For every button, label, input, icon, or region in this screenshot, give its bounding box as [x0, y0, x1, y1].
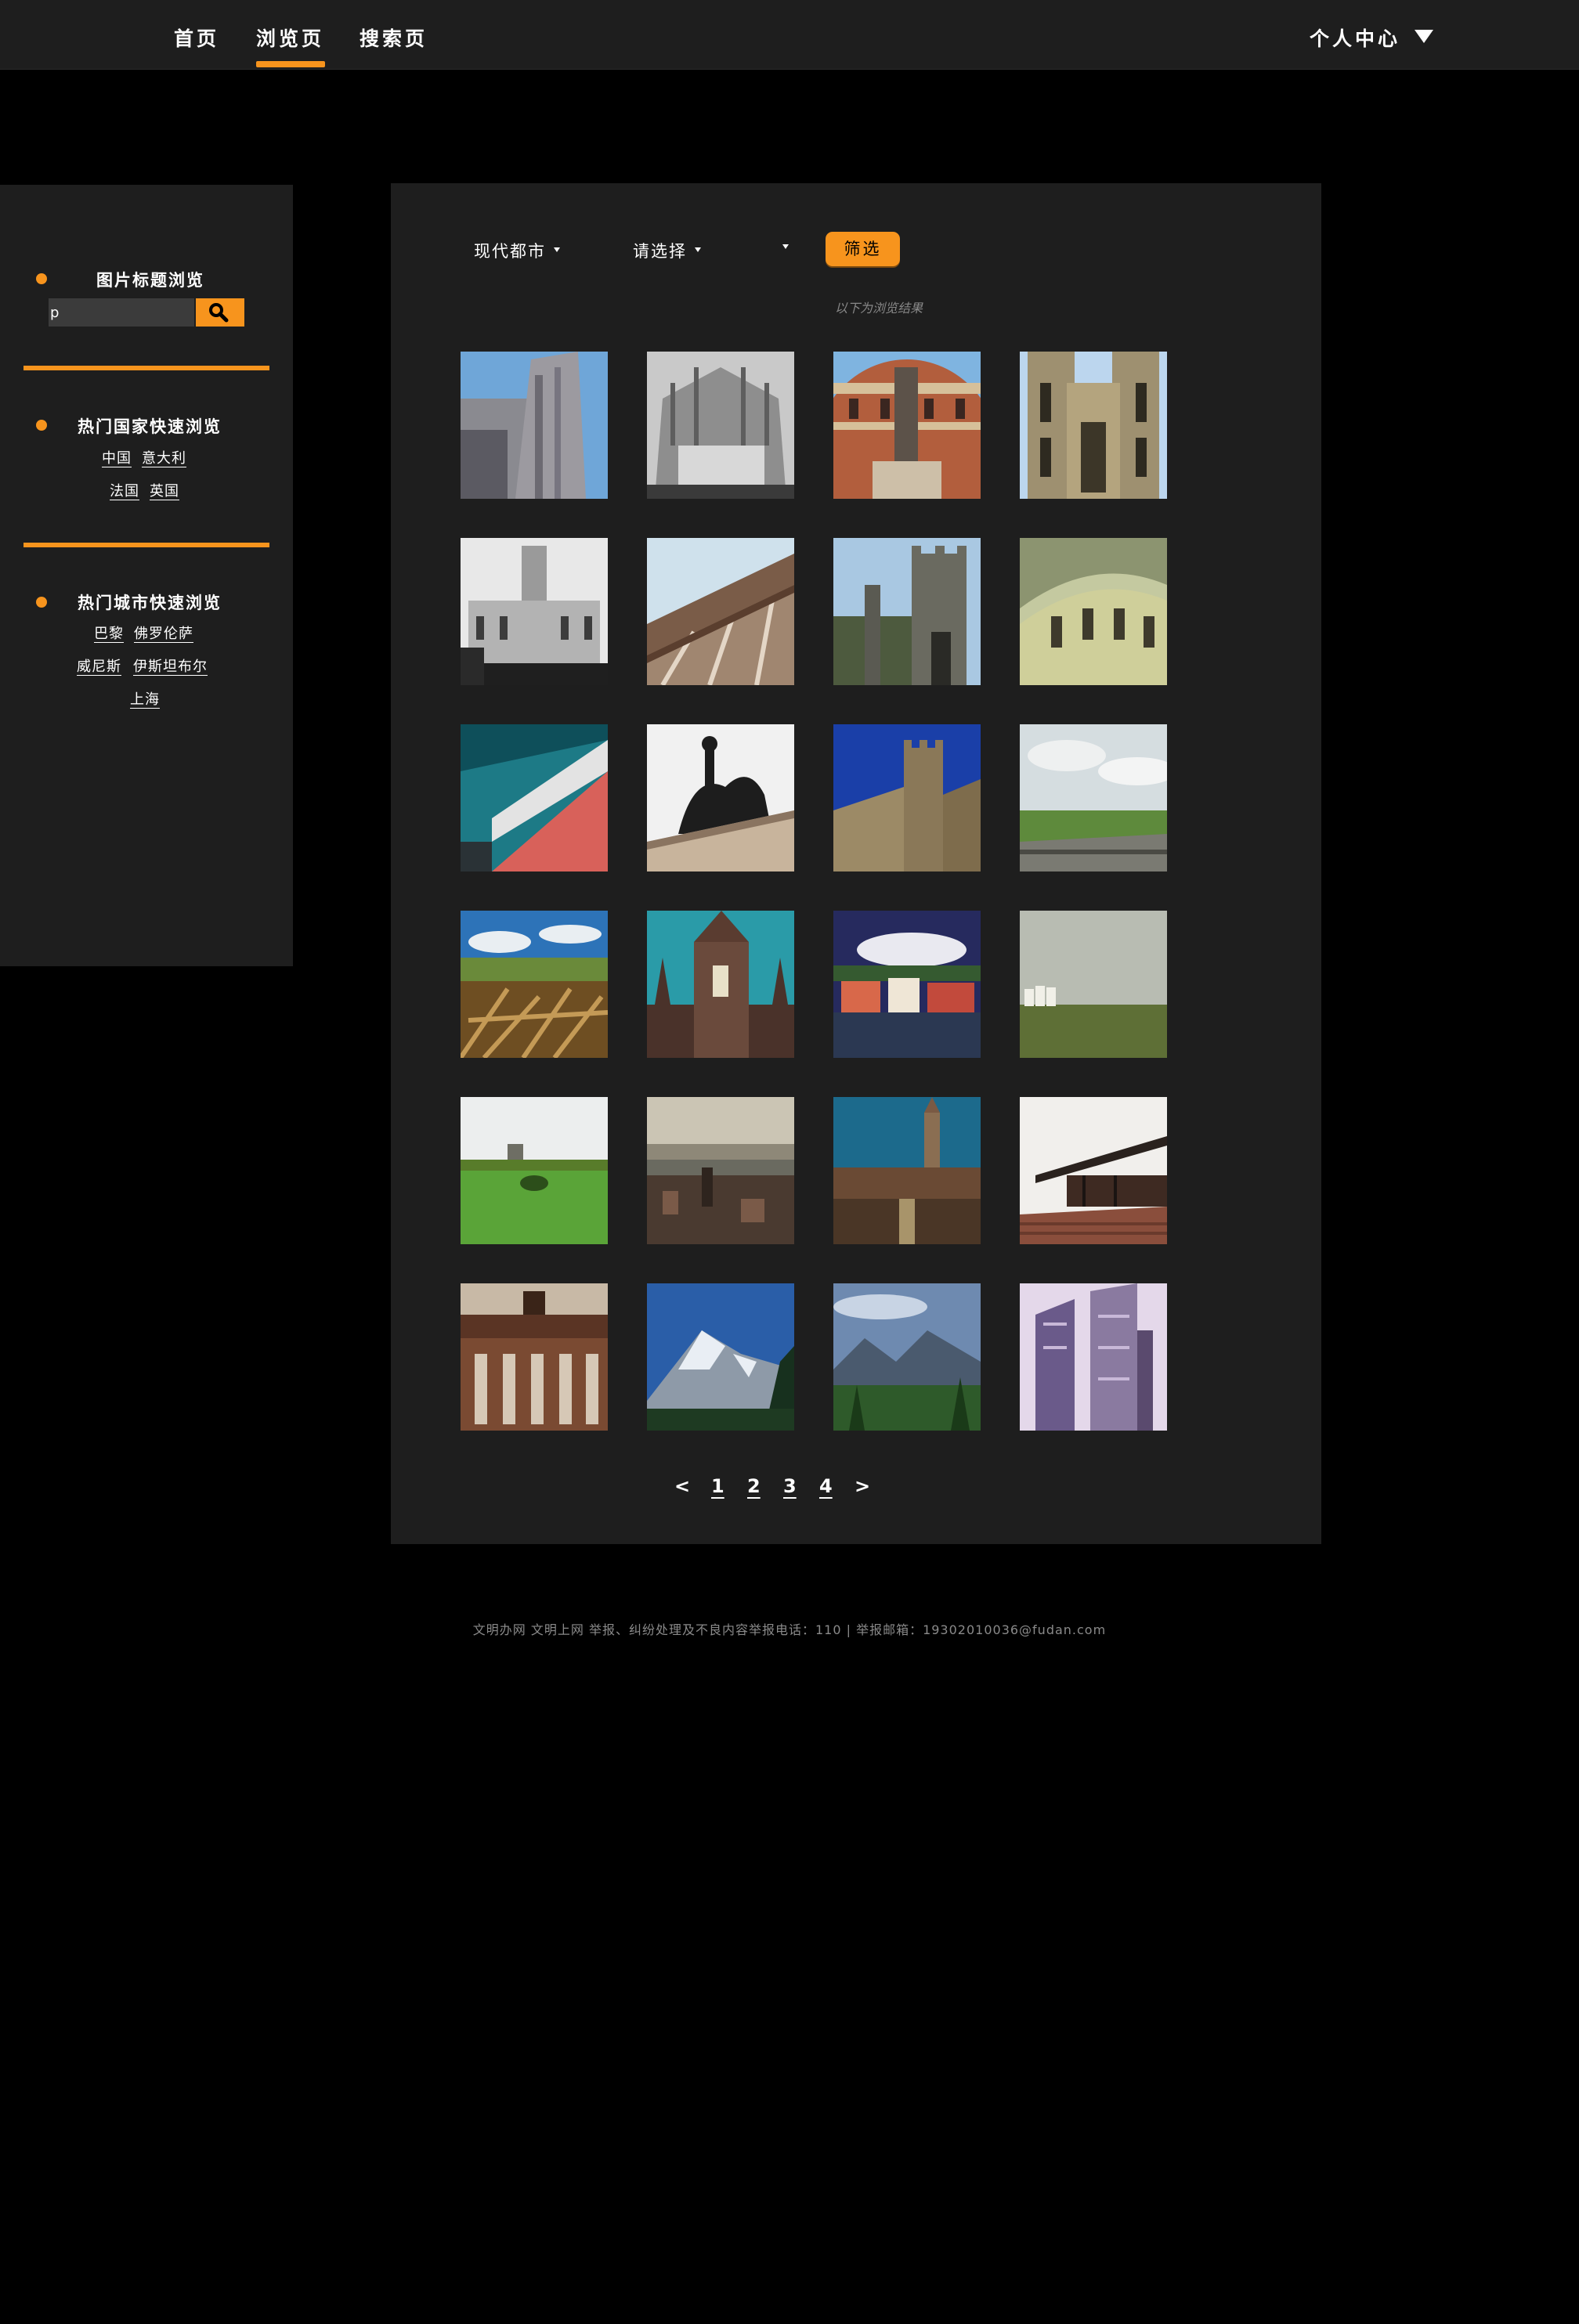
user-center-menu[interactable]: 个人中心 [1310, 23, 1400, 52]
gallery-thumbnail[interactable] [833, 1097, 981, 1244]
sidebar: 图片标题浏览 热门国家快速浏览 中国 意大利 法国 英国 热门城市快速浏览 巴黎… [0, 185, 293, 966]
alpine-valley-photo [833, 1283, 981, 1431]
gothic-abbey-photo [1020, 352, 1167, 499]
dropdown-caret-icon [554, 247, 560, 252]
gothic-cathedral-bw-photo [647, 352, 794, 499]
dropdown-caret-icon [695, 247, 701, 252]
nav-home[interactable]: 首页 [174, 23, 219, 52]
gallery-thumbnail[interactable] [1020, 911, 1167, 1058]
green-meadow-photo [461, 1097, 608, 1244]
gallery-thumbnail[interactable] [647, 911, 794, 1058]
results-note: 以下为浏览结果 [835, 301, 923, 316]
sidebar-divider [23, 366, 269, 370]
gallery-thumbnail[interactable] [647, 724, 794, 872]
city-link[interactable]: 伊斯坦布尔 [133, 655, 208, 676]
country-link[interactable]: 中国 [102, 447, 132, 467]
coastal-cliffs-photo [1020, 724, 1167, 872]
gallery-thumbnail[interactable] [1020, 1097, 1167, 1244]
equestrian-statue-photo [647, 724, 794, 872]
gallery-thumbnail[interactable] [833, 352, 981, 499]
glass-dome-photo [1020, 538, 1167, 685]
title-browse-heading: 图片标题浏览 [96, 271, 204, 290]
theme-select[interactable]: 现代都市 [474, 239, 560, 262]
nav-search[interactable]: 搜索页 [360, 23, 428, 52]
stadium-bernabeu-photo [647, 538, 794, 685]
white-palace-photo [461, 538, 608, 685]
arsenal-stadium-photo [461, 724, 608, 872]
gallery-thumbnail[interactable] [1020, 352, 1167, 499]
theme-select-value: 现代都市 [474, 242, 546, 261]
hot-countries-heading: 热门国家快速浏览 [78, 417, 222, 436]
gallery-thumbnail[interactable] [461, 1283, 608, 1431]
search-button[interactable] [196, 298, 244, 327]
pagination-page[interactable]: 2 [747, 1475, 761, 1497]
country-select-value: 请选择 [633, 242, 687, 261]
pagination-next[interactable]: > [855, 1475, 870, 1497]
brandenburg-gate-photo [461, 1283, 608, 1431]
hot-cities-heading: 热门城市快速浏览 [78, 594, 222, 612]
cathedral-tower-photo [461, 352, 608, 499]
gallery-thumbnail[interactable] [1020, 538, 1167, 685]
gallery-thumbnail[interactable] [833, 1283, 981, 1431]
nav-browse[interactable]: 浏览页 [256, 23, 324, 52]
country-select[interactable]: 请选择 [633, 239, 701, 262]
gallery-thumbnail[interactable] [833, 724, 981, 872]
city-link[interactable]: 上海 [130, 688, 160, 709]
gallery-thumbnail[interactable] [461, 911, 608, 1058]
caret-down-icon[interactable] [1415, 30, 1433, 43]
dropdown-caret-icon [782, 244, 789, 249]
gallery-thumbnail[interactable] [1020, 724, 1167, 872]
grassland-buildings-photo [1020, 911, 1167, 1058]
bullet-dot-icon [36, 273, 47, 284]
gallery-thumbnail[interactable] [461, 724, 608, 872]
pagination-page[interactable]: 3 [783, 1475, 797, 1497]
footer-text: 文明办网 文明上网 举报、纠纷处理及不良内容举报电话：110 | 举报邮箱：19… [472, 1622, 1107, 1637]
gallery-thumbnail[interactable] [833, 538, 981, 685]
city-link[interactable]: 佛罗伦萨 [134, 622, 193, 643]
title-search-input[interactable] [49, 298, 194, 327]
top-nav: 首页 浏览页 搜索页 个人中心 [0, 0, 1579, 70]
country-link[interactable]: 法国 [110, 480, 139, 500]
gallery-thumbnail[interactable] [1020, 1283, 1167, 1431]
pagination-prev[interactable]: < [674, 1475, 690, 1497]
pagination-page[interactable]: 4 [819, 1475, 833, 1497]
gallery-thumbnail[interactable] [461, 538, 608, 685]
gallery-thumbnail[interactable] [833, 911, 981, 1058]
country-link[interactable]: 英国 [150, 480, 179, 500]
gallery-thumbnail[interactable] [461, 1097, 608, 1244]
royal-albert-hall-photo [833, 352, 981, 499]
gallery-thumbnail[interactable] [647, 538, 794, 685]
snowy-mountain-photo [647, 1283, 794, 1431]
bullet-dot-icon [36, 597, 47, 608]
nav-active-indicator [256, 61, 325, 67]
bullet-dot-icon [36, 420, 47, 431]
harbour-town-photo [833, 911, 981, 1058]
filter-button[interactable]: 筛选 [826, 232, 900, 266]
gallery-thumbnail[interactable] [647, 352, 794, 499]
stone-castle-photo [833, 538, 981, 685]
river-city-photo [647, 1097, 794, 1244]
modern-towers-photo [1020, 1283, 1167, 1431]
country-link[interactable]: 意大利 [142, 447, 186, 467]
city-link[interactable]: 巴黎 [94, 622, 124, 643]
gallery-thumbnail[interactable] [461, 352, 608, 499]
sidebar-divider [23, 543, 269, 547]
dry-branches-photo [461, 911, 608, 1058]
city-link[interactable]: 威尼斯 [77, 655, 121, 676]
gallery-thumbnail[interactable] [647, 1283, 794, 1431]
modern-pavilion-photo [1020, 1097, 1167, 1244]
magnifier-icon [209, 303, 229, 323]
browse-panel: 现代都市 请选择 筛选 以下为浏览结果 < 1 2 3 4 > [391, 183, 1321, 1544]
castle-turret-photo [833, 724, 981, 872]
church-spire-photo [647, 911, 794, 1058]
gallery-thumbnail[interactable] [647, 1097, 794, 1244]
city-select[interactable] [775, 239, 789, 258]
old-town-church-photo [833, 1097, 981, 1244]
pagination-page[interactable]: 1 [711, 1475, 724, 1497]
